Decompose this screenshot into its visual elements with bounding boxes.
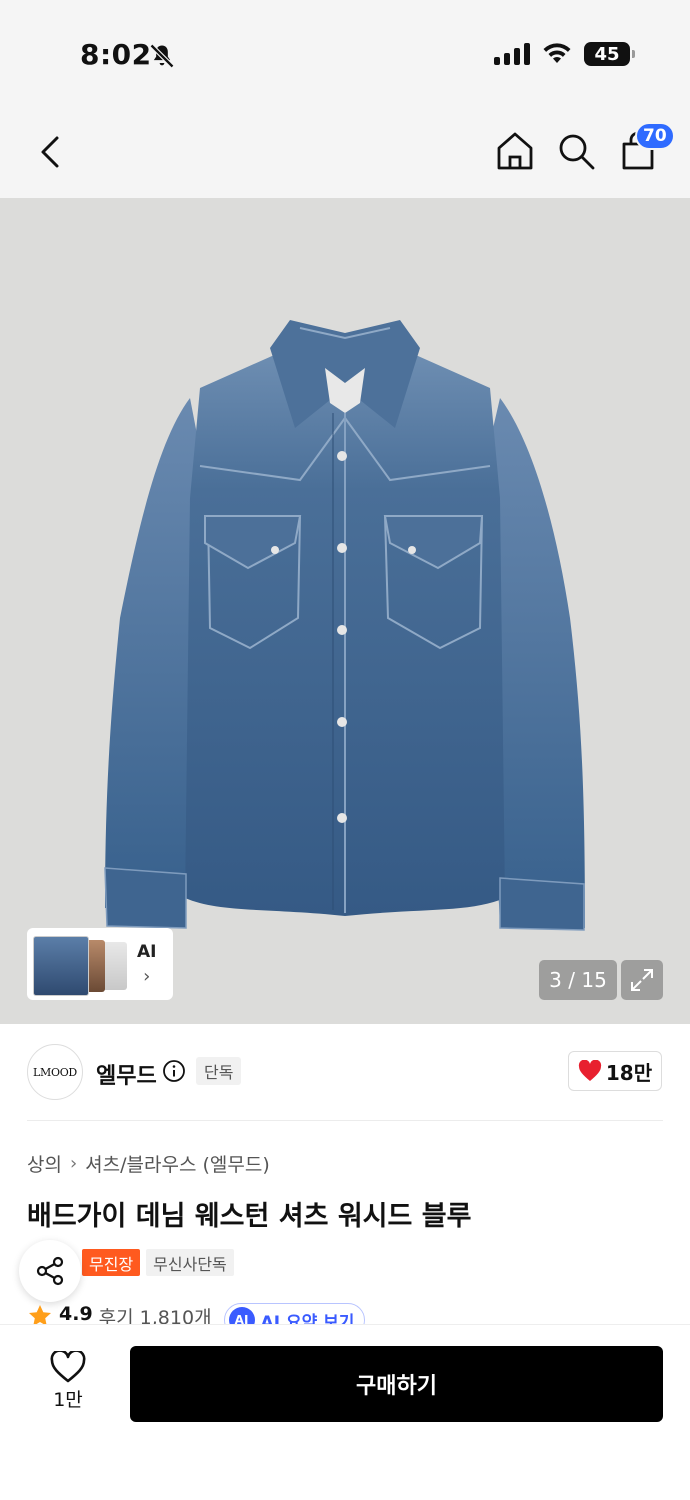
- share-icon: [36, 1256, 64, 1286]
- cellular-signal-icon: [494, 43, 530, 65]
- product-image-gallery[interactable]: AI › 3 / 15: [0, 198, 690, 1024]
- wishlist-count: 1만: [53, 1389, 83, 1411]
- bell-muted-icon: [149, 43, 175, 69]
- product-title: 배드가이 데님 웨스턴 셔츠 워시드 블루: [27, 1201, 472, 1232]
- battery-indicator: 45: [584, 42, 635, 66]
- status-bar: 8:02 45: [0, 0, 690, 110]
- image-counter: 3 / 15: [539, 960, 617, 1000]
- like-count: 18만: [605, 1060, 653, 1085]
- search-button[interactable]: [553, 128, 599, 174]
- chevron-right-icon: ›: [69, 1153, 78, 1174]
- divider: [27, 1120, 663, 1121]
- product-tags: 무진장 무신사단독: [82, 1249, 234, 1276]
- info-icon[interactable]: [162, 1059, 186, 1083]
- buy-button[interactable]: 구매하기: [130, 1346, 663, 1422]
- breadcrumb-category[interactable]: 상의: [27, 1150, 62, 1177]
- cart-button[interactable]: 70: [615, 122, 675, 174]
- ai-card-label: AI: [137, 942, 157, 962]
- share-button[interactable]: [19, 1240, 81, 1302]
- home-button[interactable]: [492, 128, 538, 174]
- tag-musinsa-exclusive: 무신사단독: [146, 1249, 234, 1276]
- chevron-right-icon: ›: [143, 966, 151, 987]
- breadcrumb-subcategory[interactable]: 셔츠/블라우스 (엘무드): [85, 1150, 270, 1177]
- exclusive-tag: 단독: [196, 1057, 242, 1085]
- brand-logo[interactable]: LMOOD: [27, 1044, 83, 1100]
- heart-outline-icon: [50, 1351, 86, 1383]
- brand-name[interactable]: 엘무드: [96, 1058, 157, 1090]
- chevron-left-icon: [41, 136, 59, 168]
- brand-like-button[interactable]: 18만: [568, 1051, 662, 1091]
- status-time: 8:02: [80, 38, 152, 71]
- wifi-icon: [543, 43, 571, 63]
- expand-button[interactable]: [621, 960, 663, 1000]
- breadcrumb: 상의 › 셔츠/블라우스 (엘무드): [27, 1150, 270, 1177]
- wishlist-button[interactable]: 1만: [36, 1351, 100, 1419]
- back-button[interactable]: [30, 130, 70, 174]
- ai-thumbnails: [31, 932, 131, 996]
- ai-styling-card[interactable]: AI ›: [27, 928, 173, 1000]
- home-icon: [497, 132, 533, 170]
- status-indicators: 45: [494, 42, 635, 66]
- brand-row: LMOOD 엘무드 단독 18만: [0, 1024, 690, 1120]
- heart-filled-icon: [578, 1060, 601, 1081]
- ai-thumbnail: [33, 936, 89, 996]
- search-icon: [559, 134, 595, 170]
- app-header: 70: [0, 110, 690, 198]
- product-image: [104, 320, 585, 931]
- tag-mujinjang: 무진장: [82, 1249, 141, 1276]
- expand-icon: [631, 969, 653, 991]
- bottom-action-bar: 1만 구매하기: [0, 1324, 690, 1500]
- cart-count-badge: 70: [635, 122, 675, 150]
- rating-value: 4.9: [59, 1303, 93, 1325]
